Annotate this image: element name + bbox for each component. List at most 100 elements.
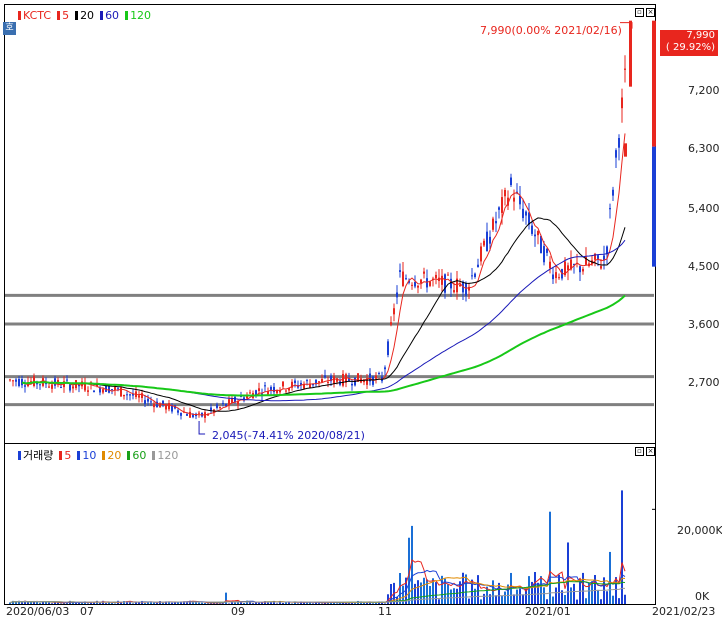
candle-body bbox=[471, 275, 473, 277]
volume-bar bbox=[597, 589, 599, 604]
ma5-line bbox=[21, 133, 626, 416]
volume-bar bbox=[354, 603, 356, 604]
candle-body bbox=[489, 236, 491, 244]
volume-bar bbox=[21, 602, 23, 604]
volume-bar bbox=[258, 602, 260, 604]
volume-bar bbox=[384, 603, 386, 604]
volume-bar bbox=[321, 603, 323, 604]
candle-body bbox=[453, 290, 455, 293]
volume-bar bbox=[228, 603, 230, 604]
candle-body bbox=[393, 308, 395, 315]
volume-bar bbox=[48, 602, 50, 604]
volume-bar bbox=[528, 576, 530, 604]
candle-body bbox=[48, 386, 50, 388]
candle-body bbox=[51, 384, 53, 389]
candle-body bbox=[351, 383, 353, 386]
candle-body bbox=[459, 284, 461, 287]
candle-body bbox=[480, 246, 482, 262]
volume-bar bbox=[621, 490, 623, 604]
volume-bar bbox=[318, 603, 320, 604]
candle-body bbox=[426, 278, 428, 288]
volume-bar bbox=[207, 603, 209, 604]
candle-body bbox=[72, 386, 74, 389]
candle-body bbox=[327, 381, 329, 383]
volume-bar bbox=[453, 588, 455, 604]
volume-bar bbox=[153, 602, 155, 604]
candle-body bbox=[333, 376, 335, 384]
candle-body bbox=[513, 197, 515, 202]
candle-body bbox=[129, 394, 131, 396]
volume-bar bbox=[297, 603, 299, 604]
volume-bar bbox=[423, 577, 425, 604]
volume-bar bbox=[372, 603, 374, 604]
volume-bar bbox=[243, 603, 245, 604]
candle-body bbox=[390, 322, 392, 325]
volume-bar bbox=[582, 572, 584, 604]
volume-bar bbox=[477, 575, 479, 604]
candle-body bbox=[423, 271, 425, 274]
candle-body bbox=[294, 380, 296, 384]
volume-bar bbox=[195, 602, 197, 604]
volume-bar bbox=[396, 596, 398, 604]
candle-body bbox=[612, 189, 614, 196]
volume-bar bbox=[417, 580, 419, 604]
candle-body bbox=[465, 283, 467, 296]
candle-body bbox=[168, 403, 170, 410]
candle-body bbox=[405, 278, 407, 280]
candle-body bbox=[414, 281, 416, 287]
candle-body bbox=[495, 221, 497, 224]
candle-body bbox=[147, 398, 149, 402]
candle-body bbox=[522, 208, 524, 219]
candle-body bbox=[249, 392, 251, 394]
candle-body bbox=[399, 270, 401, 272]
ma120-line bbox=[21, 294, 626, 397]
candle-body bbox=[537, 230, 539, 236]
candle-body bbox=[198, 412, 200, 414]
volume-bar bbox=[465, 574, 467, 604]
candle-body bbox=[567, 265, 569, 271]
candle-body bbox=[396, 292, 398, 298]
price-range-bar bbox=[652, 20, 656, 147]
candle-body bbox=[621, 97, 623, 109]
candle-body bbox=[66, 379, 68, 381]
candle-body bbox=[555, 272, 557, 279]
candle-body bbox=[609, 208, 611, 210]
volume-bar bbox=[576, 599, 578, 604]
candle-body bbox=[624, 68, 626, 70]
volume-bar bbox=[336, 603, 338, 604]
candle-body bbox=[447, 274, 449, 276]
volume-bar bbox=[429, 586, 431, 604]
candle-body bbox=[270, 386, 272, 390]
volume-bar bbox=[546, 599, 548, 604]
volume-bar bbox=[612, 595, 614, 604]
price-range-bar bbox=[652, 146, 656, 267]
volume-bar bbox=[450, 589, 452, 604]
volume-bar bbox=[435, 582, 437, 604]
candle-body bbox=[12, 380, 14, 382]
candle-body bbox=[282, 381, 284, 387]
volume-bar bbox=[111, 602, 113, 604]
volume-bar bbox=[501, 595, 503, 604]
candle-body bbox=[498, 207, 500, 210]
volume-bar bbox=[456, 588, 458, 604]
candle-body bbox=[318, 381, 320, 383]
volume-bar bbox=[105, 603, 107, 604]
candle-body bbox=[624, 143, 627, 157]
volume-bar bbox=[480, 599, 482, 604]
volume-bar bbox=[87, 603, 89, 604]
volume-bar bbox=[504, 591, 506, 604]
candle-body bbox=[222, 402, 224, 404]
volume-bar bbox=[522, 594, 524, 604]
candle-body bbox=[189, 411, 191, 418]
candle-body bbox=[210, 407, 212, 411]
volume-bar bbox=[99, 602, 101, 604]
candle-body bbox=[510, 177, 512, 186]
candle-body bbox=[285, 390, 287, 392]
candle-body bbox=[420, 279, 422, 284]
volume-bar bbox=[615, 577, 617, 604]
candle-body bbox=[306, 380, 308, 382]
volume-bar bbox=[78, 603, 80, 604]
candle-body bbox=[138, 395, 140, 398]
volume-bar bbox=[198, 602, 200, 604]
candle-body bbox=[552, 274, 554, 280]
